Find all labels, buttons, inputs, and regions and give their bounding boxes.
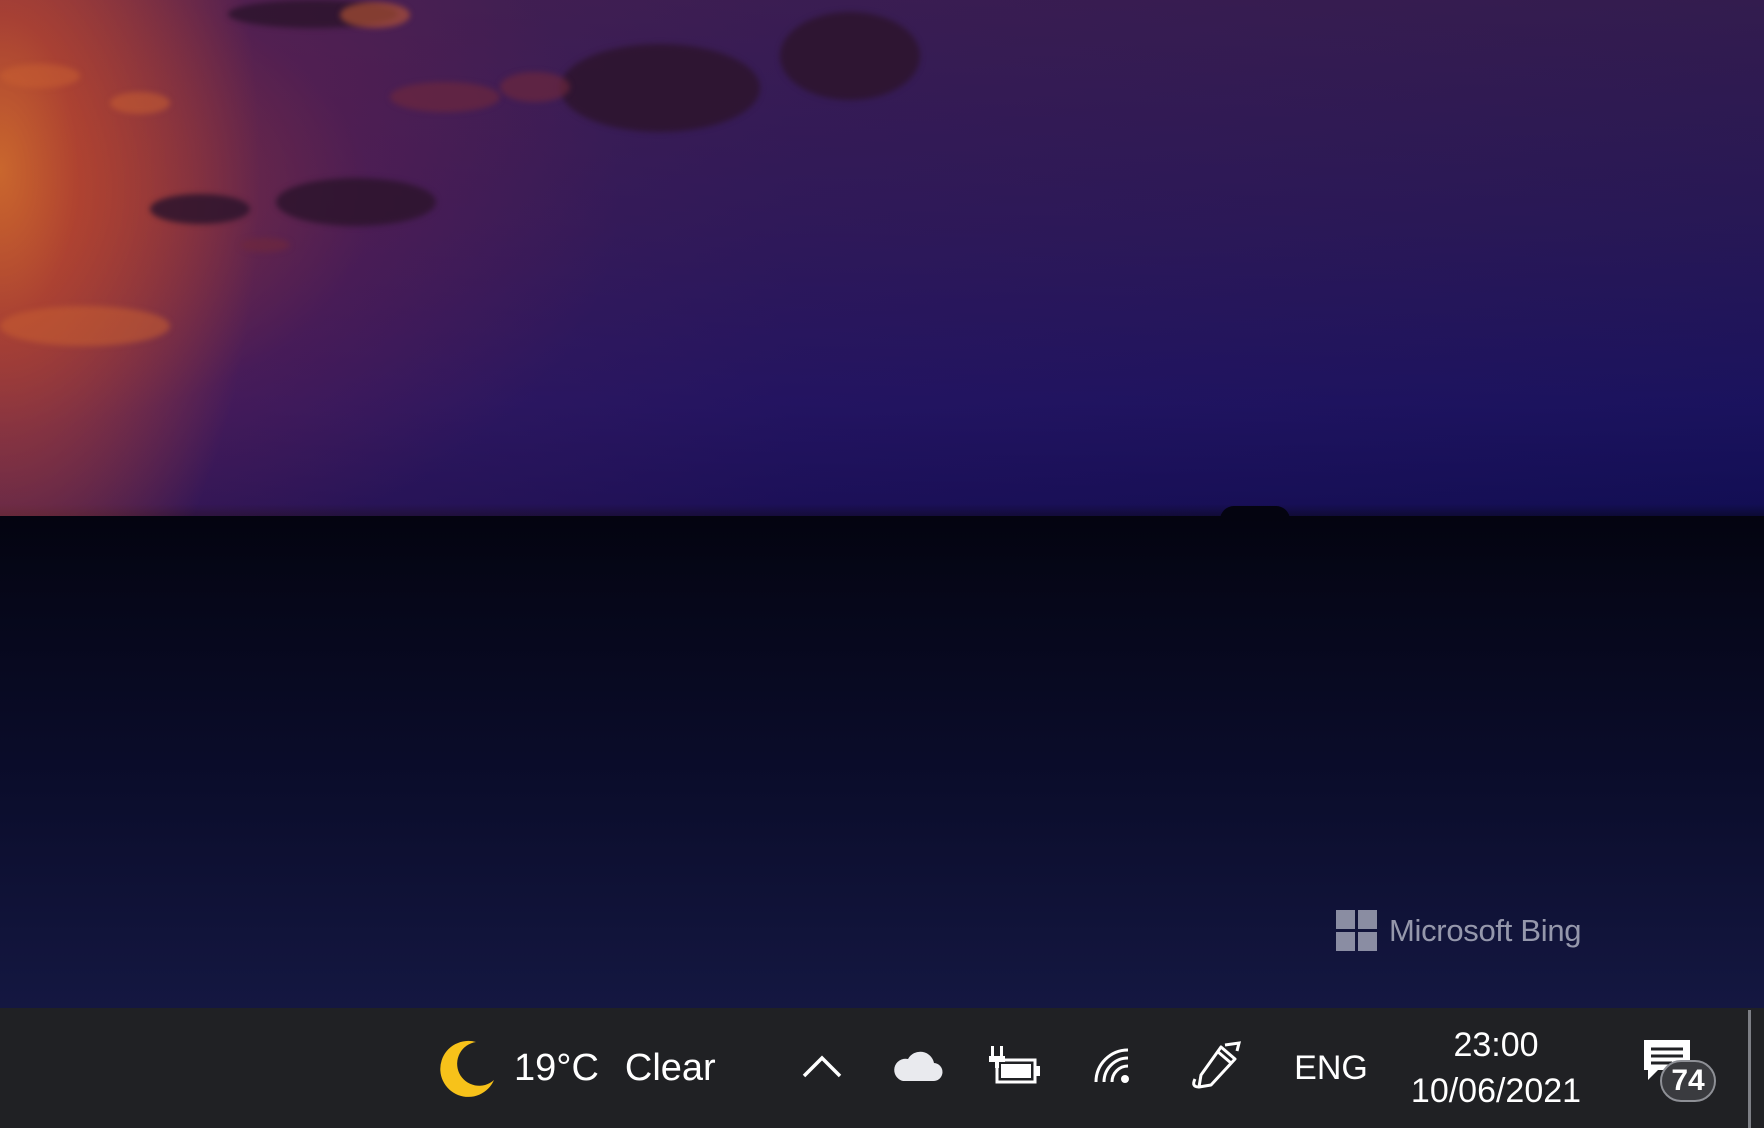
taskbar: 19°C Clear ENG 23:00 10/06/2021 74 xyxy=(0,1008,1764,1128)
show-hidden-icons-button[interactable] xyxy=(796,1008,848,1128)
watermark-text: Microsoft Bing xyxy=(1389,912,1582,948)
chevron-up-icon xyxy=(800,1052,844,1085)
moon-icon xyxy=(436,1036,500,1100)
pen-icon xyxy=(1191,1040,1245,1096)
notification-count-badge: 74 xyxy=(1660,1060,1716,1102)
cloud xyxy=(780,12,920,100)
action-center-button[interactable]: 74 xyxy=(1628,1008,1718,1128)
cloud xyxy=(150,194,250,224)
cloud xyxy=(390,82,500,112)
cloud xyxy=(276,178,436,226)
battery-button[interactable] xyxy=(984,1008,1046,1128)
battery-charging-icon xyxy=(987,1044,1043,1093)
network-button[interactable] xyxy=(1090,1008,1138,1128)
weather-condition: Clear xyxy=(624,1046,716,1089)
cloud xyxy=(110,92,170,114)
clock-time: 23:00 xyxy=(1453,1026,1539,1064)
clock-button[interactable]: 23:00 10/06/2021 xyxy=(1398,1008,1594,1128)
weather-widget[interactable]: 19°C Clear xyxy=(436,1008,748,1128)
cloud xyxy=(560,44,760,132)
windows-logo-icon xyxy=(1336,910,1377,951)
desktop-wallpaper: Microsoft Bing xyxy=(0,0,1764,1008)
clock-date: 10/06/2021 xyxy=(1410,1072,1582,1110)
cloud xyxy=(0,306,170,346)
bing-watermark: Microsoft Bing xyxy=(1336,910,1582,951)
cloud xyxy=(340,2,410,28)
cloud xyxy=(0,64,80,88)
wifi-icon xyxy=(1092,1046,1136,1091)
onedrive-button[interactable] xyxy=(888,1008,944,1128)
show-desktop-button[interactable] xyxy=(1748,1010,1751,1128)
cloud-icon xyxy=(889,1049,943,1088)
cloud xyxy=(240,238,290,252)
cloud xyxy=(500,72,570,102)
pen-workspace-button[interactable] xyxy=(1188,1008,1248,1128)
input-language-button[interactable]: ENG xyxy=(1288,1008,1374,1128)
notification-area: 74 xyxy=(1632,1028,1716,1108)
weather-temperature: 19°C xyxy=(514,1046,599,1089)
